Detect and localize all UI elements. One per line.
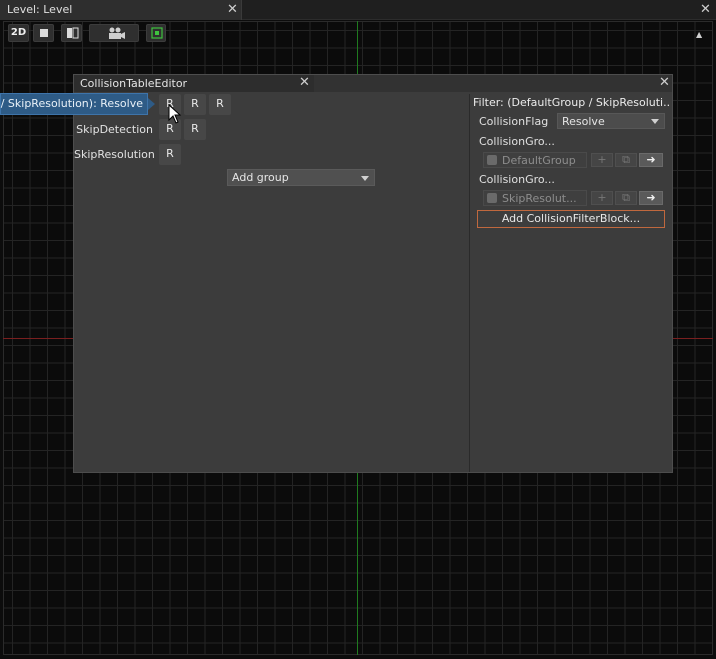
window-close-icon[interactable]: ✕ (700, 3, 711, 16)
collision-flag-value: Resolve (562, 115, 605, 128)
copy-icon[interactable]: ⧉ (615, 153, 637, 167)
row-label-skipresolution: SkipResolution (74, 148, 155, 161)
level-tab-close-icon[interactable]: ✕ (227, 3, 238, 16)
go-to-arrow-icon[interactable]: ➜ (639, 153, 663, 167)
tooltip-text: p / SkipResolution): Resolve (0, 97, 143, 110)
collision-group-field[interactable]: SkipResolut... (483, 190, 587, 206)
group-icon (487, 193, 497, 203)
level-tab[interactable]: Level: Level (0, 0, 242, 20)
mouse-cursor-icon (168, 104, 182, 124)
collision-group-value: SkipResolut... (502, 192, 577, 205)
add-group-dropdown[interactable]: Add group (227, 169, 375, 186)
editor-tab-close-icon[interactable]: ✕ (299, 76, 310, 89)
collision-group-label: CollisionGro... (479, 173, 555, 186)
camera-icon[interactable] (89, 24, 139, 42)
matrix-cell[interactable]: R (159, 144, 181, 165)
collision-table-editor: CollisionTableEditor ✕ ✕ R R R SkipDetec… (73, 74, 673, 473)
cell-tooltip: p / SkipResolution): Resolve (0, 93, 148, 115)
editor-tab-bar (314, 75, 672, 92)
editor-tab[interactable]: CollisionTableEditor (74, 75, 314, 92)
add-icon[interactable]: + (591, 191, 613, 205)
filter-panel-title: Filter: (DefaultGroup / SkipResoluti... (473, 96, 669, 109)
matrix-cell[interactable]: R (209, 94, 231, 115)
group-icon (487, 155, 497, 165)
chevron-down-icon (651, 119, 659, 124)
tooltip-pointer (148, 98, 155, 110)
copy-icon[interactable]: ⧉ (615, 191, 637, 205)
snap-grid-icon[interactable] (146, 24, 166, 42)
editor-window-close-icon[interactable]: ✕ (659, 76, 670, 89)
toolbar-overflow-icon[interactable]: ▲ (696, 30, 702, 39)
add-group-label: Add group (232, 171, 289, 184)
collision-flag-label: CollisionFlag (479, 115, 549, 128)
panel-splitter[interactable] (469, 94, 470, 472)
collision-group-field[interactable]: DefaultGroup (483, 152, 587, 168)
editor-title: CollisionTableEditor (80, 77, 188, 90)
stop-icon[interactable] (33, 24, 54, 42)
collision-group-value: DefaultGroup (502, 154, 576, 167)
row-label-skipdetection: SkipDetection (76, 123, 153, 136)
go-to-arrow-icon[interactable]: ➜ (639, 191, 663, 205)
collision-group-label: CollisionGro... (479, 135, 555, 148)
split-view-icon[interactable] (61, 24, 82, 42)
view-2d-button[interactable]: 2D (8, 24, 29, 42)
level-tab-title: Level: Level (7, 3, 73, 16)
collision-flag-dropdown[interactable]: Resolve (557, 113, 665, 129)
chevron-down-icon (361, 176, 369, 181)
add-icon[interactable]: + (591, 153, 613, 167)
add-collision-filter-block-button[interactable]: Add CollisionFilterBlock... (477, 210, 665, 228)
matrix-cell[interactable]: R (184, 94, 206, 115)
matrix-cell[interactable]: R (184, 119, 206, 140)
